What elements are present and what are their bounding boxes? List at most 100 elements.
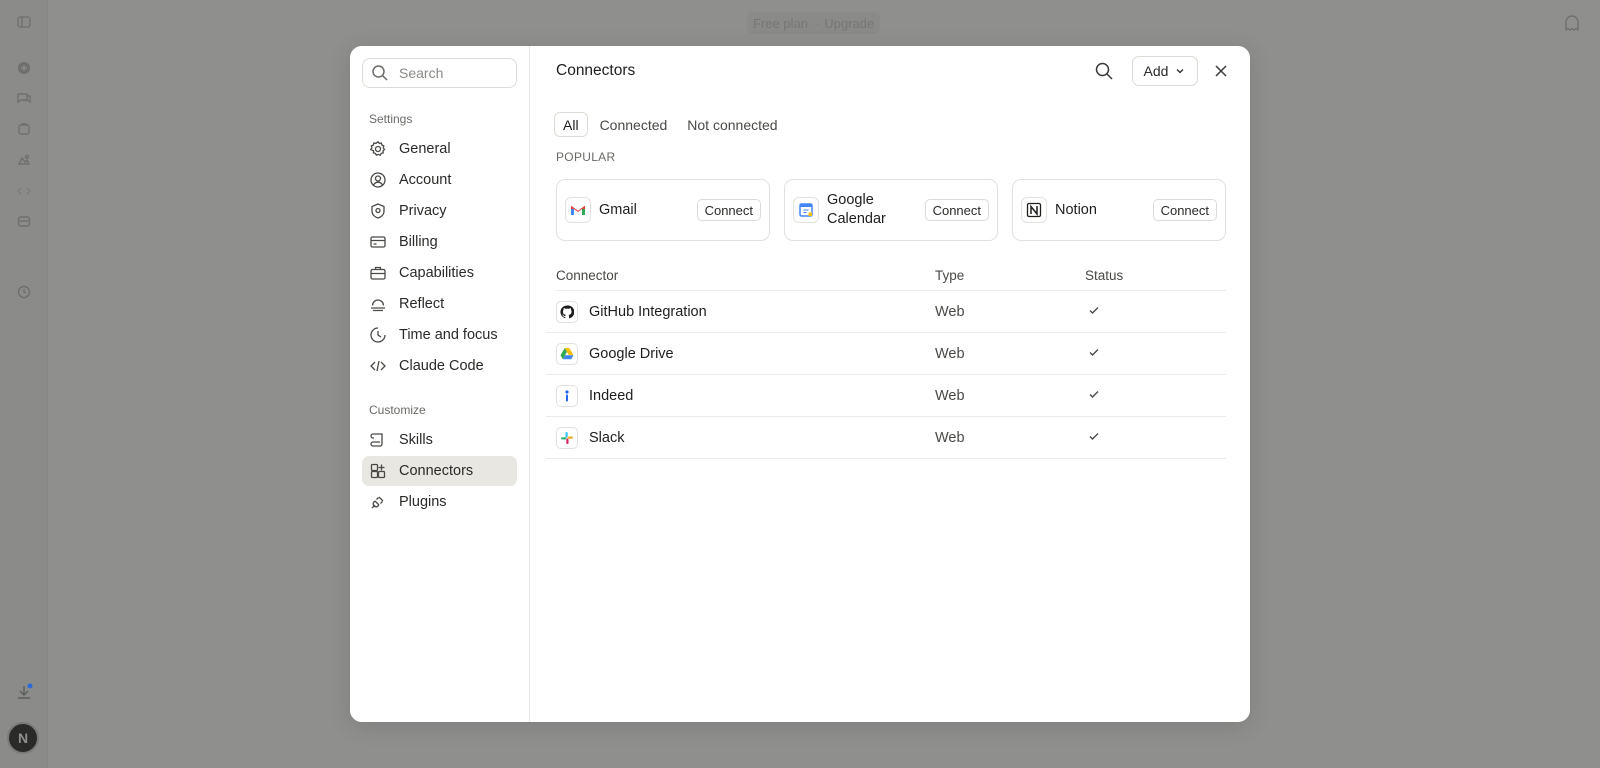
table-row[interactable]: GitHub Integration Web xyxy=(546,291,1226,333)
connect-button[interactable]: Connect xyxy=(696,199,761,221)
code-icon xyxy=(370,360,386,372)
connect-button[interactable]: Connect xyxy=(1152,199,1217,221)
sidebar-item-capabilities[interactable]: Capabilities xyxy=(362,258,517,288)
connect-button[interactable]: Connect xyxy=(924,199,989,221)
code-icon[interactable] xyxy=(14,181,34,201)
chats-icon[interactable] xyxy=(14,88,34,108)
briefcase-icon xyxy=(370,266,386,280)
sidebar-item-label: Time and focus xyxy=(399,327,498,343)
table-row[interactable]: Slack Web xyxy=(546,417,1226,459)
connector-card-notion[interactable]: Notion Connect xyxy=(1012,179,1226,241)
row-connector: GitHub Integration xyxy=(556,300,935,323)
artifacts-icon[interactable] xyxy=(14,150,34,170)
table-row[interactable]: Google Drive Web xyxy=(546,333,1226,375)
sidebar-item-label: Account xyxy=(399,172,452,188)
library-icon[interactable] xyxy=(14,211,34,231)
header-type: Type xyxy=(935,268,965,283)
sidebar-item-time-and-focus[interactable]: Time and focus xyxy=(362,320,517,350)
plan-label: Free plan xyxy=(753,15,808,31)
sidebar-item-label: Reflect xyxy=(399,296,445,312)
filter-tabs: All Connected Not connected xyxy=(554,112,1226,137)
gmail-icon xyxy=(565,197,591,223)
new-chat-icon[interactable] xyxy=(14,58,34,78)
close-icon[interactable] xyxy=(1212,62,1230,80)
sidebar-item-connectors[interactable]: Connectors xyxy=(362,456,517,486)
connector-type: Web xyxy=(935,429,965,446)
header-connector: Connector xyxy=(556,268,619,283)
left-rail: N xyxy=(0,0,48,768)
search-input[interactable]: Search xyxy=(362,58,517,88)
plan-banner: Free plan · Upgrade xyxy=(747,12,881,34)
status-cell xyxy=(1085,345,1226,363)
projects-icon[interactable] xyxy=(14,119,34,139)
sidebar-item-label: Billing xyxy=(399,234,438,250)
sidebar-item-label: Plugins xyxy=(399,494,447,510)
sidebar-toggle-icon[interactable] xyxy=(14,12,34,32)
connector-name: Gmail xyxy=(599,201,637,218)
connector-name: Slack xyxy=(589,429,625,446)
settings-sidebar: Search Settings General Account Privacy … xyxy=(350,46,530,722)
sidebar-item-skills[interactable]: Skills xyxy=(362,425,517,455)
search-placeholder: Search xyxy=(399,65,444,81)
sidebar-item-label: Claude Code xyxy=(399,358,484,374)
connector-card-gmail[interactable]: Gmail Connect xyxy=(556,179,770,241)
sidebar-item-claude-code[interactable]: Claude Code xyxy=(362,351,517,381)
check-icon xyxy=(1089,348,1099,356)
github-icon xyxy=(556,300,578,323)
scroll-icon xyxy=(370,433,383,447)
slack-icon xyxy=(556,426,578,449)
upgrade-link[interactable]: Upgrade xyxy=(824,16,874,31)
google-calendar-icon xyxy=(793,197,819,223)
sidebar-item-label: Connectors xyxy=(399,463,474,479)
chevron-down-icon xyxy=(1176,69,1184,74)
add-button[interactable]: Add xyxy=(1132,56,1198,86)
user-circle-icon xyxy=(370,172,386,188)
search-icon xyxy=(372,65,388,81)
search-icon[interactable] xyxy=(1094,61,1114,81)
tab-not-connected[interactable]: Not connected xyxy=(679,112,785,137)
tab-all[interactable]: All xyxy=(554,112,588,137)
sidebar-item-general[interactable]: General xyxy=(362,134,517,164)
avatar[interactable]: N xyxy=(7,722,39,754)
connector-name: Notion xyxy=(1055,201,1097,218)
table-row[interactable]: Indeed Web xyxy=(546,375,1226,417)
connector-name: Indeed xyxy=(589,387,634,404)
status-cell xyxy=(1085,429,1226,447)
status-cell xyxy=(1085,303,1226,321)
connector-type: Web xyxy=(935,387,965,404)
plug-icon xyxy=(371,496,384,509)
connector-name: GitHub Integration xyxy=(589,303,707,320)
sidebar-item-privacy[interactable]: Privacy xyxy=(362,196,517,226)
sidebar-item-label: General xyxy=(399,141,451,157)
sidebar-item-reflect[interactable]: Reflect xyxy=(362,289,517,319)
table-header: Connector Type Status xyxy=(556,261,1226,291)
connector-type: Web xyxy=(935,345,965,362)
credit-card-icon xyxy=(370,236,386,248)
connectors-panel: Connectors Add All Connected Not connect… xyxy=(530,46,1250,722)
shield-icon xyxy=(371,203,385,219)
sidebar-item-plugins[interactable]: Plugins xyxy=(362,487,517,517)
page-title: Connectors xyxy=(556,62,636,79)
connector-card-google-calendar[interactable]: Google Calendar Connect xyxy=(784,179,998,241)
popular-cards: Gmail Connect Google Calendar Connect No… xyxy=(556,179,1226,241)
sidebar-item-account[interactable]: Account xyxy=(362,165,517,195)
row-connector: Google Drive xyxy=(556,342,935,365)
download-icon[interactable] xyxy=(14,682,34,702)
connector-name: Google Calendar xyxy=(827,192,886,227)
tab-connected[interactable]: Connected xyxy=(592,112,676,137)
grid-plus-icon xyxy=(370,463,386,479)
ghost-icon[interactable] xyxy=(1562,13,1582,33)
connectors-table: Connector Type Status GitHub Integration… xyxy=(546,261,1226,459)
header-status: Status xyxy=(1085,268,1124,283)
settings-section-label: Settings xyxy=(369,112,413,126)
panel-header: Connectors Add xyxy=(556,56,1227,86)
connector-type: Web xyxy=(935,303,965,320)
google-drive-icon xyxy=(556,342,578,365)
recent-icon[interactable] xyxy=(14,282,34,302)
sidebar-item-billing[interactable]: Billing xyxy=(362,227,517,257)
popular-label: POPULAR xyxy=(556,150,616,164)
check-icon xyxy=(1089,390,1099,398)
indeed-icon xyxy=(556,384,578,407)
check-icon xyxy=(1089,432,1099,440)
status-cell xyxy=(1085,387,1226,405)
